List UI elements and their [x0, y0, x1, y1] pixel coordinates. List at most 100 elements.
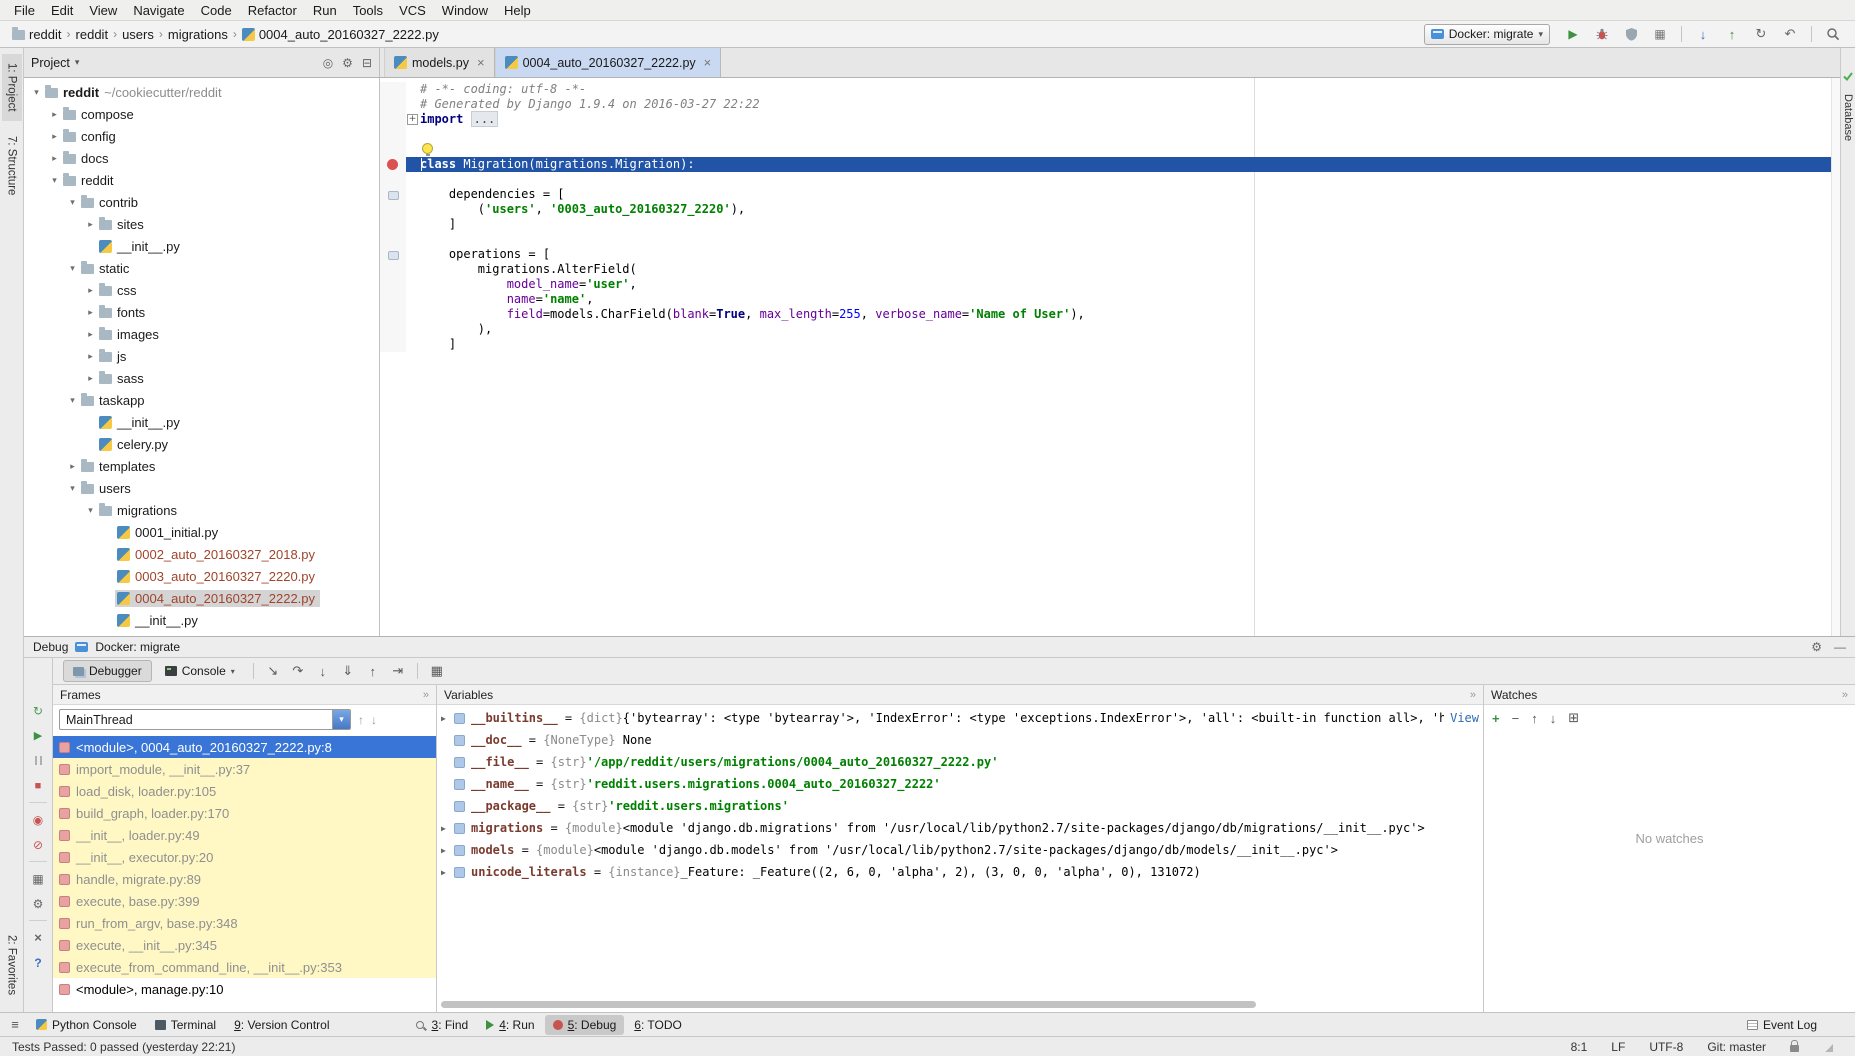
chevron-right-icon[interactable]: ▸	[48, 109, 61, 120]
force-step-into-button[interactable]: ⇓	[337, 661, 359, 681]
variable-item-migrations[interactable]: ▶migrations = {module}<module 'django.db…	[437, 817, 1483, 839]
frame-item[interactable]: __init__, loader.py:49	[53, 824, 436, 846]
view-value-link[interactable]: View	[1450, 711, 1479, 725]
tree-item-0003-auto-20160327-2220-py[interactable]: 0003_auto_20160327_2220.py	[24, 565, 379, 587]
toolbar-button-event-log[interactable]: Event Log	[1739, 1015, 1825, 1035]
step-out-button[interactable]: ↑	[362, 661, 384, 681]
breakpoint-icon[interactable]	[387, 159, 398, 170]
gutter[interactable]	[380, 82, 406, 97]
chevron-right-icon[interactable]: ▸	[48, 131, 61, 142]
frame-item[interactable]: __init__, executor.py:20	[53, 846, 436, 868]
gutter[interactable]	[380, 187, 406, 202]
expand-arrow-icon[interactable]: ▶	[441, 824, 454, 833]
menu-file[interactable]: File	[6, 2, 43, 19]
variable-item-doc[interactable]: __doc__ = {NoneType} None	[437, 729, 1483, 751]
evaluate-expression-button[interactable]: ▦	[426, 661, 448, 681]
hide-panel-icon[interactable]: —	[1834, 640, 1846, 654]
tree-item-taskapp[interactable]: ▾taskapp	[24, 389, 379, 411]
tree-item-reddit[interactable]: ▾reddit	[24, 169, 379, 191]
intention-bulb-icon[interactable]	[422, 143, 433, 154]
tree-item-init-py[interactable]: __init__.py	[24, 411, 379, 433]
tree-item-reddit[interactable]: ▾reddit ~/cookiecutter/reddit	[24, 81, 379, 103]
toolbar-button-6-todo[interactable]: 6: TODO	[626, 1015, 690, 1035]
gutter[interactable]	[380, 292, 406, 307]
revert-button[interactable]: ↶	[1778, 23, 1802, 45]
resume-button[interactable]: ▶	[24, 725, 52, 746]
chevron-down-icon[interactable]: ▾	[48, 175, 61, 186]
frame-item[interactable]: build_graph, loader.py:170	[53, 802, 436, 824]
tree-item-images[interactable]: ▸images	[24, 323, 379, 345]
chevron-down-icon[interactable]: ▾	[66, 197, 79, 208]
readonly-lock-icon[interactable]	[1790, 1045, 1799, 1052]
tool-window-switcher-icon[interactable]: ≡	[2, 1017, 28, 1032]
fold-toggle-icon[interactable]: +	[407, 114, 418, 125]
menu-view[interactable]: View	[81, 2, 125, 19]
chevron-right-icon[interactable]: ▸	[66, 461, 79, 472]
locate-icon[interactable]: ◎	[323, 56, 333, 70]
chevron-down-icon[interactable]: ▾	[30, 87, 43, 98]
menu-edit[interactable]: Edit	[43, 2, 81, 19]
menu-help[interactable]: Help	[496, 2, 539, 19]
panel-options-icon[interactable]: »	[423, 689, 429, 701]
gutter[interactable]	[380, 262, 406, 277]
tree-item-celery-py[interactable]: celery.py	[24, 433, 379, 455]
editor[interactable]: # -*- coding: utf-8 -*-# Generated by Dj…	[380, 78, 1840, 636]
tree-item-sites[interactable]: ▸sites	[24, 213, 379, 235]
tree-item-0004-auto-20160327-2222-py[interactable]: 0004_auto_20160327_2222.py	[24, 587, 379, 609]
settings-button[interactable]: ⚙	[24, 893, 52, 914]
chevron-right-icon[interactable]: ▸	[48, 153, 61, 164]
stop-button[interactable]: ■	[24, 775, 52, 796]
gutter[interactable]	[380, 142, 406, 157]
gutter[interactable]	[380, 112, 406, 127]
frame-item[interactable]: execute, base.py:399	[53, 890, 436, 912]
chevron-down-icon[interactable]: ▾	[66, 263, 79, 274]
variable-item-models[interactable]: ▶models = {module}<module 'django.db.mod…	[437, 839, 1483, 861]
expand-arrow-icon[interactable]: ▶	[441, 714, 454, 723]
remove-watch-button[interactable]: −	[1512, 711, 1520, 726]
step-over-button[interactable]: ↷	[287, 661, 309, 681]
chevron-down-icon[interactable]: ▾	[75, 57, 80, 68]
horizontal-scrollbar-thumb[interactable]	[441, 1001, 1256, 1008]
chevron-down-icon[interactable]: ▾	[66, 483, 79, 494]
settings-icon[interactable]: ⚙	[342, 56, 353, 70]
pause-button[interactable]	[24, 750, 52, 771]
previous-frame-button[interactable]: ↑	[358, 713, 364, 727]
frame-item[interactable]: load_disk, loader.py:105	[53, 780, 436, 802]
menu-vcs[interactable]: VCS	[391, 2, 434, 19]
gutter-marker-icon[interactable]	[388, 191, 399, 200]
tool-window-button-7-structure[interactable]: 7: Structure	[2, 127, 22, 204]
vcs-update-button[interactable]: ↓	[1691, 23, 1715, 45]
variable-item-unicode-literals[interactable]: ▶unicode_literals = {instance}_Feature: …	[437, 861, 1483, 883]
encoding-indicator[interactable]: UTF-8	[1649, 1040, 1683, 1054]
tree-item-fonts[interactable]: ▸fonts	[24, 301, 379, 323]
chevron-right-icon[interactable]: ▸	[84, 329, 97, 340]
inspection-stripe[interactable]	[1831, 78, 1840, 636]
toolbar-button-5-debug[interactable]: 5: Debug	[545, 1015, 625, 1035]
run-button[interactable]: ▶	[1561, 23, 1585, 45]
move-watch-down-button[interactable]: ↓	[1550, 711, 1557, 726]
tree-item-migrations[interactable]: ▾migrations	[24, 499, 379, 521]
chevron-right-icon[interactable]: ▸	[84, 373, 97, 384]
chevron-right-icon[interactable]: ▸	[84, 219, 97, 230]
show-execution-point-button[interactable]: ↘	[262, 661, 284, 681]
close-tab-icon[interactable]: ×	[477, 55, 485, 70]
thread-selector[interactable]: MainThread ▾	[59, 709, 351, 730]
chevron-down-icon[interactable]: ▾	[66, 395, 79, 406]
gutter[interactable]	[380, 127, 406, 142]
run-config-selector[interactable]: Docker: migrate ▾	[1424, 24, 1550, 45]
settings-icon[interactable]: ⚙	[1811, 640, 1822, 654]
vcs-commit-button[interactable]: ↑	[1720, 23, 1744, 45]
expand-arrow-icon[interactable]: ▶	[441, 846, 454, 855]
toolbar-button-terminal[interactable]: Terminal	[147, 1015, 224, 1035]
expand-arrow-icon[interactable]: ▶	[441, 868, 454, 877]
chevron-right-icon[interactable]: ▸	[84, 351, 97, 362]
line-separator-indicator[interactable]: LF	[1611, 1040, 1625, 1054]
chevron-right-icon[interactable]: ▸	[84, 285, 97, 296]
frame-item[interactable]: <module>, manage.py:10	[53, 978, 436, 1000]
breadcrumb-item-users[interactable]: users	[122, 27, 154, 42]
rerun-button[interactable]: ↻	[24, 700, 52, 721]
editor-tab-models-py[interactable]: models.py×	[384, 48, 495, 77]
chevron-down-icon[interactable]: ▾	[84, 505, 97, 516]
status-message[interactable]: Tests Passed: 0 passed (yesterday 22:21)	[12, 1040, 235, 1054]
menu-window[interactable]: Window	[434, 2, 496, 19]
